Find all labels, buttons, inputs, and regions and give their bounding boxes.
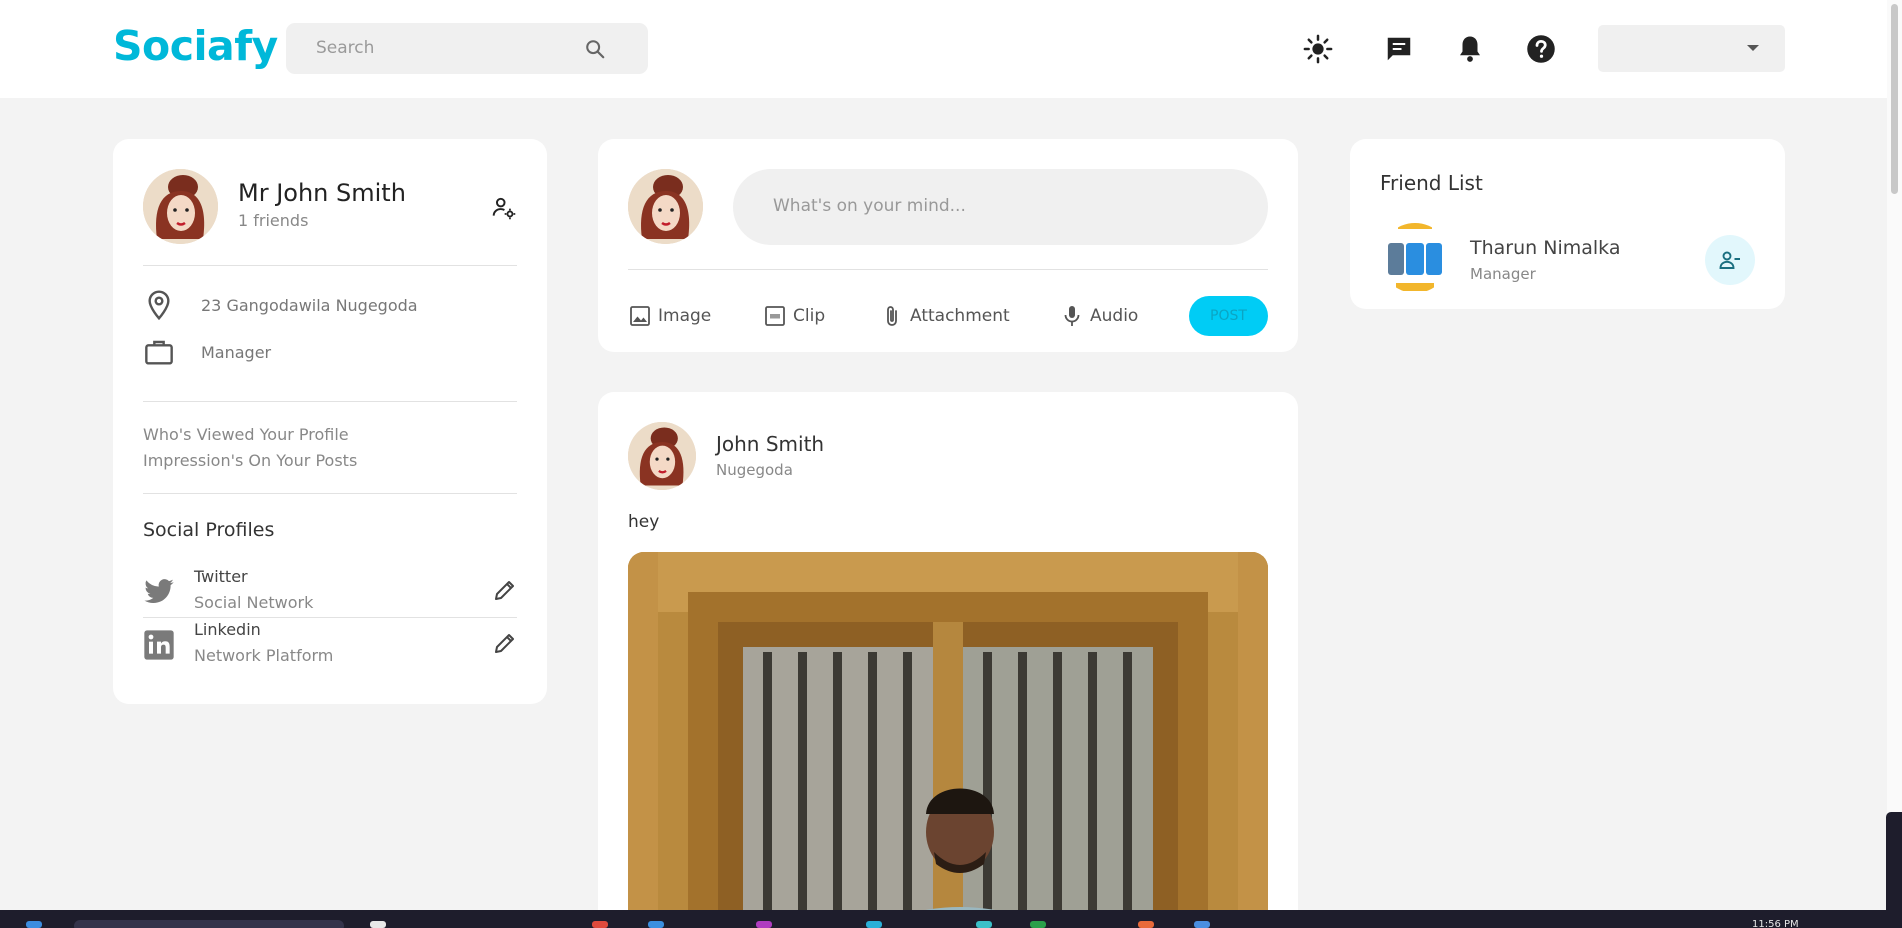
scrollbar-thumb[interactable] — [1891, 4, 1898, 194]
clip-action-button[interactable]: Clip — [763, 304, 827, 328]
sun-icon[interactable] — [1303, 34, 1333, 64]
os-taskbar: 11:56 PM — [0, 910, 1902, 928]
divider — [143, 493, 517, 494]
audio-action-button[interactable]: Audio — [1060, 304, 1140, 328]
taskbar-search[interactable] — [74, 920, 344, 928]
taskbar-app-icon[interactable] — [648, 921, 664, 928]
post-impressions-link[interactable]: Impression's On Your Posts — [143, 451, 357, 470]
top-navbar: Sociafy Search — [0, 0, 1902, 98]
image-action-button[interactable]: Image — [628, 304, 712, 328]
caret-down-icon — [1747, 45, 1759, 51]
friend-list-title: Friend List — [1380, 171, 1483, 195]
divider — [143, 401, 517, 402]
post-text-input[interactable]: What's on your mind... — [733, 169, 1268, 245]
search-icon[interactable] — [584, 38, 606, 60]
taskbar-app-icon[interactable] — [866, 921, 882, 928]
post-button[interactable]: POST — [1189, 296, 1268, 336]
floating-widget[interactable] — [1886, 812, 1902, 922]
attachment-action-button[interactable]: Attachment — [880, 304, 1010, 328]
taskbar-app-icon[interactable] — [976, 921, 992, 928]
location-icon — [148, 290, 170, 321]
post-input-placeholder: What's on your mind... — [773, 196, 966, 216]
image-action-label: Image — [658, 306, 712, 326]
post-image[interactable] — [628, 552, 1268, 928]
remove-friend-button[interactable] — [1705, 235, 1755, 285]
briefcase-icon — [145, 340, 173, 365]
paperclip-icon — [887, 306, 897, 326]
profile-location: 23 Gangodawila Nugegoda — [201, 296, 418, 315]
post-location: Nugegoda — [716, 461, 793, 479]
image-icon — [630, 306, 650, 326]
gif-icon — [765, 306, 785, 326]
attachment-action-label: Attachment — [910, 306, 1010, 326]
social-name-twitter: Twitter — [194, 567, 248, 586]
social-name-linkedin: Linkedin — [194, 620, 261, 639]
help-icon[interactable] — [1526, 34, 1556, 64]
divider — [628, 269, 1268, 270]
chat-icon[interactable] — [1384, 34, 1414, 64]
user-dropdown[interactable] — [1598, 25, 1785, 72]
linkedin-icon — [144, 630, 174, 660]
taskbar-app-icon[interactable] — [1194, 921, 1210, 928]
app-logo[interactable]: Sociafy — [113, 22, 278, 70]
social-profiles-title: Social Profiles — [143, 519, 275, 541]
audio-action-label: Audio — [1090, 306, 1139, 326]
feed-post: John Smith Nugegoda hey — [598, 392, 1298, 928]
post-composer: What's on your mind... Image Clip Attach… — [598, 139, 1298, 352]
profile-friends-count: 1 friends — [238, 211, 309, 230]
taskbar-app-icon[interactable] — [1138, 921, 1154, 928]
profile-occupation: Manager — [201, 343, 272, 362]
post-author-avatar[interactable] — [628, 422, 696, 490]
friend-list-card: Friend List Tharun Nimalka Manager — [1350, 139, 1785, 309]
profile-card: Mr John Smith 1 friends 23 Gangodawila N… — [113, 139, 547, 704]
search-box[interactable]: Search — [286, 23, 648, 74]
clip-action-label: Clip — [793, 306, 826, 326]
microphone-icon — [1064, 306, 1080, 326]
edit-linkedin-icon[interactable] — [493, 631, 517, 655]
profile-views-link[interactable]: Who's Viewed Your Profile — [143, 425, 349, 444]
post-body-text: hey — [628, 512, 660, 532]
friend-role: Manager — [1470, 265, 1536, 283]
divider — [143, 265, 517, 266]
taskbar-app-icon[interactable] — [756, 921, 772, 928]
taskbar-clock: 11:56 PM — [1752, 919, 1799, 928]
manage-account-icon[interactable] — [491, 195, 517, 221]
taskbar-app-icon[interactable] — [592, 921, 608, 928]
friend-name[interactable]: Tharun Nimalka — [1470, 237, 1620, 259]
person-remove-icon — [1719, 251, 1740, 269]
twitter-icon — [144, 579, 174, 604]
taskbar-app-icon[interactable] — [1030, 921, 1046, 928]
taskbar-app-icon[interactable] — [370, 921, 386, 928]
search-input[interactable]: Search — [316, 38, 374, 58]
profile-name[interactable]: Mr John Smith — [238, 179, 406, 207]
composer-avatar — [628, 169, 703, 244]
start-icon[interactable] — [26, 921, 42, 928]
bell-icon[interactable] — [1455, 34, 1485, 64]
post-author-name[interactable]: John Smith — [716, 432, 824, 456]
divider — [143, 617, 517, 618]
page-scrollbar[interactable] — [1887, 0, 1902, 910]
social-desc-twitter: Social Network — [194, 593, 314, 612]
profile-avatar[interactable] — [143, 169, 218, 244]
edit-twitter-icon[interactable] — [493, 578, 517, 602]
social-desc-linkedin: Network Platform — [194, 646, 334, 665]
friend-avatar[interactable] — [1380, 223, 1450, 293]
